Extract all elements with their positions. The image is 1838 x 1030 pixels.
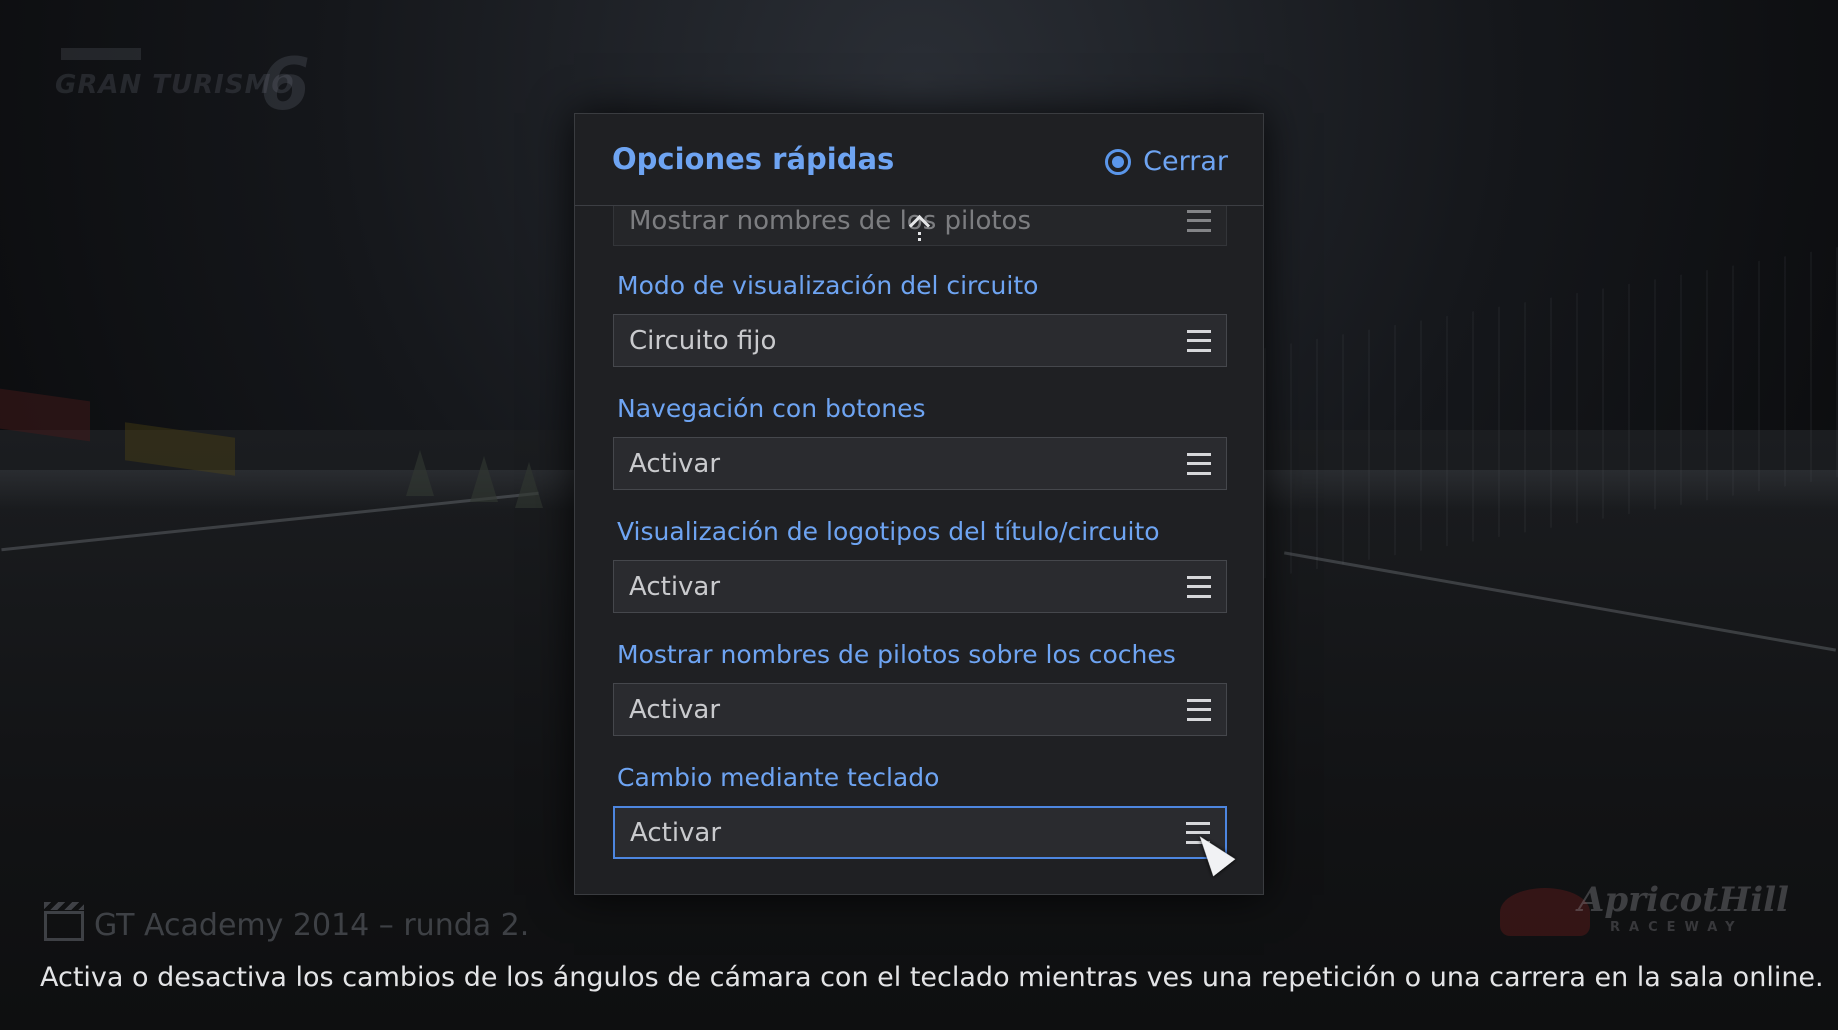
gran-turismo-logo: GRAN TURISMO 6 (55, 42, 315, 126)
close-button[interactable]: Cerrar (1105, 146, 1228, 177)
menu-icon (1187, 329, 1211, 352)
tree (406, 450, 434, 496)
option-value: Activar (629, 694, 721, 725)
event-title: GT Academy 2014 – runda 2. (44, 901, 530, 943)
quick-options-dialog: Opciones rápidas Cerrar Mostrar nombres … (574, 113, 1264, 895)
menu-icon (1187, 452, 1211, 475)
logo-wordmark: GRAN TURISMO (55, 70, 295, 100)
option-label: Navegación con botones (617, 394, 926, 423)
logo-number: 6 (260, 42, 311, 126)
game-screen: GRAN TURISMO 6 GT Academy 2014 – runda 2… (0, 0, 1838, 1030)
option-select-button-navigation[interactable]: Activar (613, 437, 1227, 490)
option-label: Modo de visualización del circuito (617, 271, 1039, 300)
option-value: Activar (630, 817, 722, 848)
tree (515, 462, 543, 508)
clapperboard-icon (44, 901, 84, 941)
option-value: Circuito fijo (629, 325, 777, 356)
option-select-keyboard-switching[interactable]: Activar (613, 806, 1227, 859)
option-label: Visualización de logotipos del título/ci… (617, 517, 1160, 546)
menu-icon (1187, 209, 1211, 232)
option-label: Cambio mediante teclado (617, 763, 940, 792)
track-logo-name: ApricotHill (1578, 880, 1789, 920)
option-label: Mostrar nombres de pilotos sobre los coc… (617, 640, 1176, 669)
close-label: Cerrar (1143, 146, 1228, 177)
event-title-text: GT Academy 2014 – runda 2. (94, 908, 530, 943)
menu-icon (1187, 698, 1211, 721)
track-logo: ApricotHill RACEWAY (1500, 880, 1789, 940)
tree (470, 456, 498, 502)
option-select-track-display-mode[interactable]: Circuito fijo (613, 314, 1227, 367)
logo-bar (61, 48, 141, 60)
help-text: Activa o desactiva los cambios de los án… (40, 962, 1824, 993)
scroll-up-icon[interactable] (908, 214, 932, 244)
options-list[interactable]: Mostrar nombres de los pilotos Modo de v… (575, 206, 1263, 896)
option-value: Activar (629, 571, 721, 602)
option-value: Activar (629, 448, 721, 479)
dialog-title: Opciones rápidas (612, 142, 895, 176)
circle-button-icon (1105, 148, 1132, 175)
track-logo-subtitle: RACEWAY (1610, 920, 1744, 935)
menu-icon (1187, 575, 1211, 598)
track-logo-swoosh (1500, 888, 1590, 936)
option-select-driver-names[interactable]: Activar (613, 683, 1227, 736)
dialog-header: Opciones rápidas Cerrar (575, 114, 1263, 206)
option-select-logo-display[interactable]: Activar (613, 560, 1227, 613)
